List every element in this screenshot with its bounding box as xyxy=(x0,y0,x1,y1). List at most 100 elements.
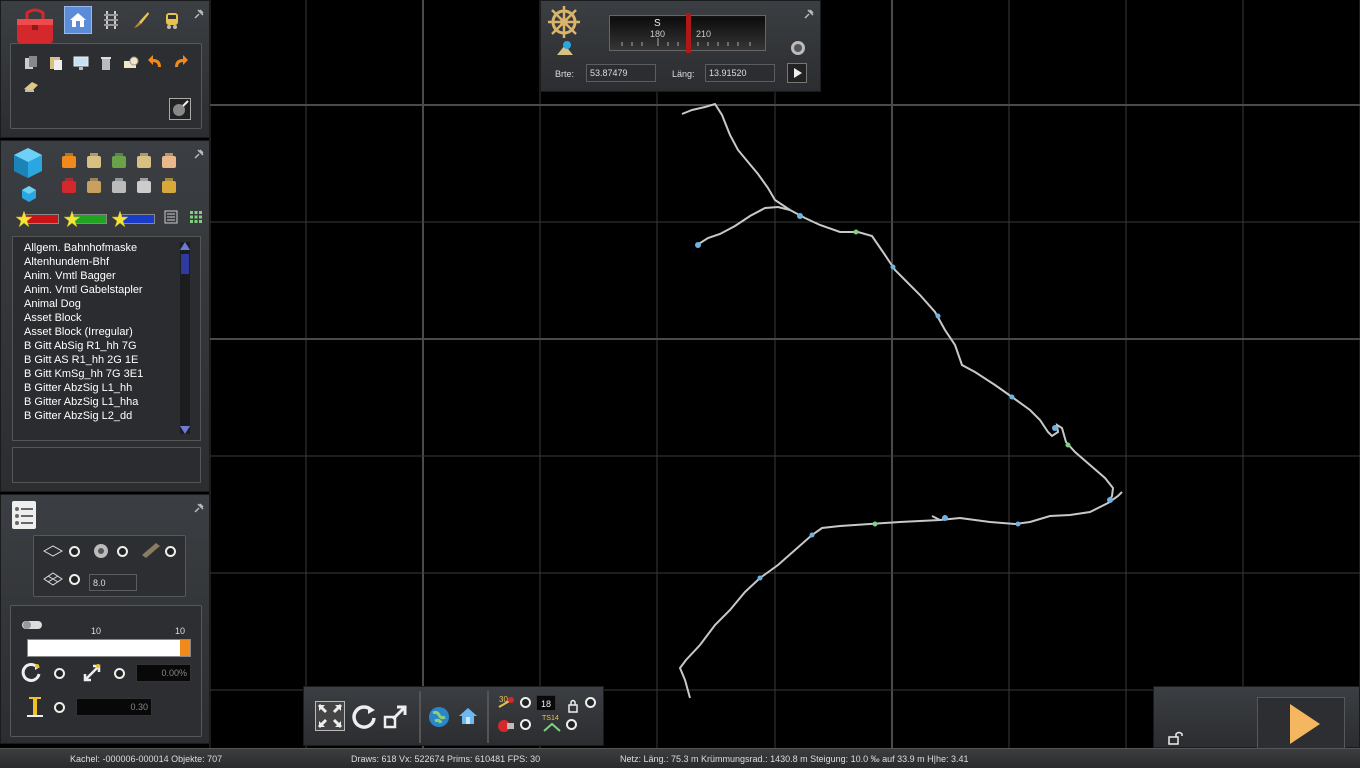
scroll-down-arrow[interactable] xyxy=(180,426,190,434)
track-junction-marker[interactable] xyxy=(809,532,815,538)
eyedropper-button[interactable] xyxy=(169,98,191,120)
pin-icon[interactable] xyxy=(193,502,205,514)
track-junction-marker[interactable] xyxy=(797,213,803,219)
tape-icon[interactable] xyxy=(120,52,142,74)
track-junction-marker[interactable] xyxy=(935,313,941,319)
globe-icon[interactable] xyxy=(427,705,451,729)
star-filter-button[interactable] xyxy=(15,210,61,228)
list-item[interactable]: B Gitter AbzSig L1_hh xyxy=(13,381,200,395)
monitor-icon[interactable] xyxy=(70,52,92,74)
checklist-icon[interactable] xyxy=(9,499,39,531)
star-filter-button[interactable] xyxy=(63,210,109,228)
track-segment-branch[interactable] xyxy=(696,205,791,246)
compass-settings-icon[interactable] xyxy=(790,40,806,56)
ts14-icon[interactable]: TS14 xyxy=(542,715,562,733)
track-segment-main[interactable] xyxy=(678,102,1115,699)
ts14-radio[interactable] xyxy=(566,719,577,730)
track-junction-marker[interactable] xyxy=(1107,497,1113,503)
ship-wheel-icon[interactable] xyxy=(547,5,581,39)
pin-icon[interactable] xyxy=(193,148,205,160)
track-junction-marker[interactable] xyxy=(1065,442,1071,448)
scale-icon[interactable] xyxy=(81,662,103,684)
track-junction-marker[interactable] xyxy=(853,229,859,235)
height-value-field[interactable]: 0.30 xyxy=(76,698,152,716)
list-item[interactable]: B Gitter AbzSig L1_hha xyxy=(13,395,200,409)
magnet-icon[interactable] xyxy=(497,717,515,733)
unlock-button[interactable] xyxy=(1168,731,1186,745)
signal-icon[interactable] xyxy=(59,176,79,196)
magnet-radio[interactable] xyxy=(520,719,531,730)
zoom-view-icon[interactable] xyxy=(383,703,409,729)
snap-gear-radio[interactable] xyxy=(117,546,128,557)
trash-icon[interactable] xyxy=(95,52,117,74)
rotate-view-icon[interactable] xyxy=(349,702,379,732)
track-junction-marker[interactable] xyxy=(757,575,763,581)
track-junction-marker[interactable] xyxy=(872,521,878,527)
house-icon[interactable] xyxy=(59,151,79,171)
list-item[interactable]: Asset Block xyxy=(13,311,200,325)
planks-icon[interactable] xyxy=(84,176,104,196)
scale-radio[interactable] xyxy=(114,668,125,679)
snap-grid-radio[interactable] xyxy=(69,574,80,585)
list-view-icon[interactable] xyxy=(164,210,178,224)
toggle-icon[interactable] xyxy=(21,618,43,630)
list-item[interactable]: B Gitter AbzSig L2_dd xyxy=(13,409,200,423)
track-icon[interactable] xyxy=(100,9,122,31)
brush-icon[interactable] xyxy=(130,9,152,31)
toolbox-icon[interactable] xyxy=(13,5,57,45)
paste-icon[interactable] xyxy=(45,52,67,74)
map-pin-icon[interactable] xyxy=(555,39,575,59)
pin-icon[interactable] xyxy=(803,8,815,20)
track-pieces-icon[interactable] xyxy=(134,151,154,171)
train-icon[interactable] xyxy=(161,9,183,31)
list-item[interactable]: B Gitt AbSig R1_hh 7G xyxy=(13,339,200,353)
track-junction-marker[interactable] xyxy=(890,264,896,270)
track-junction-marker[interactable] xyxy=(942,515,948,521)
list-item[interactable]: B Gitt AS R1_hh 2G 1E xyxy=(13,353,200,367)
speed-icon[interactable]: 30 xyxy=(497,695,515,711)
value-slider[interactable] xyxy=(27,639,191,657)
track-network[interactable] xyxy=(678,102,1123,699)
home-view-icon[interactable] xyxy=(457,705,479,727)
tree-icon[interactable] xyxy=(109,151,129,171)
list-item[interactable]: Animal Dog xyxy=(13,297,200,311)
pin-icon[interactable] xyxy=(193,8,205,20)
list-item[interactable]: Allgem. Bahnhofmaske xyxy=(13,241,200,255)
bag-icon[interactable] xyxy=(159,176,179,196)
lock-small-icon[interactable] xyxy=(568,699,578,713)
rotation-value-field[interactable]: 0.00% xyxy=(136,664,191,682)
bridge-icon[interactable] xyxy=(109,176,129,196)
object-list[interactable]: Allgem. Bahnhofmaske Altenhundem-Bhf Anim.… xyxy=(12,236,201,441)
fit-view-button[interactable] xyxy=(315,701,345,731)
redo-icon[interactable] xyxy=(169,51,191,73)
play-button[interactable] xyxy=(1257,697,1345,749)
bench-icon[interactable] xyxy=(84,151,104,171)
scroll-thumb[interactable] xyxy=(181,254,189,274)
track-junction-marker[interactable] xyxy=(695,242,701,248)
track-junction-marker[interactable] xyxy=(1052,425,1058,431)
lock-radio[interactable] xyxy=(585,697,596,708)
list-item[interactable]: B Gitt KmSg_hh 7G 3E1 xyxy=(13,367,200,381)
longitude-field[interactable]: 13.91520 xyxy=(705,64,775,82)
grid-value-field[interactable]: 8.0 xyxy=(89,574,137,591)
compass-dial[interactable]: S 180 210 xyxy=(609,13,766,53)
snap-plank-radio[interactable] xyxy=(165,546,176,557)
face-icon[interactable] xyxy=(159,151,179,171)
star-filter-button[interactable] xyxy=(111,210,157,228)
rotate-radio[interactable] xyxy=(54,668,65,679)
height-icon[interactable] xyxy=(25,694,45,718)
copy-icon[interactable] xyxy=(20,52,42,74)
list-item[interactable]: Anim. Vmtl Bagger xyxy=(13,269,200,283)
speaker-icon[interactable] xyxy=(134,176,154,196)
list-item[interactable]: Altenhundem-Bhf xyxy=(13,255,200,269)
rotate-icon[interactable] xyxy=(21,662,43,684)
latitude-field[interactable]: 53.87479 xyxy=(586,64,656,82)
list-item[interactable]: Anim. Vmtl Gabelstapler xyxy=(13,283,200,297)
scroll-up-arrow[interactable] xyxy=(180,242,190,250)
snap-plane-radio[interactable] xyxy=(69,546,80,557)
track-junction-marker[interactable] xyxy=(1009,394,1015,400)
list-item[interactable]: Asset Block (Irregular) xyxy=(13,325,200,339)
track-junction-marker[interactable] xyxy=(1015,521,1021,527)
undo-icon[interactable] xyxy=(145,51,167,73)
cube-icon[interactable] xyxy=(11,146,45,180)
